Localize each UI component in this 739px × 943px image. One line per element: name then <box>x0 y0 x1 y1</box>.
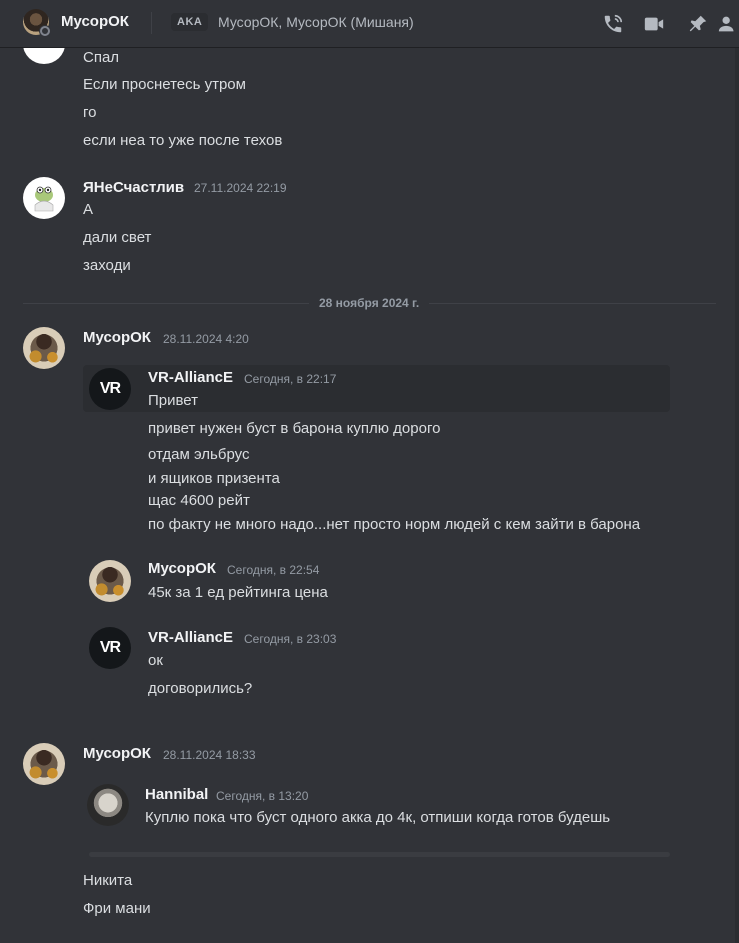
channel-header: МусорОК AKA МусорОК, МусорОК (Мишаня) <box>0 0 739 48</box>
forwarded-line: отдам эльбрус <box>148 446 250 463</box>
pin-icon[interactable] <box>686 12 710 36</box>
message-author[interactable]: МусорОК <box>83 329 151 346</box>
forwarded-author[interactable]: VR-AlliancE <box>148 369 233 386</box>
phone-call-icon[interactable] <box>601 12 625 36</box>
forwarded-line: ок <box>148 652 163 669</box>
message-line: Если проснетесь утром <box>83 76 246 93</box>
add-friend-icon[interactable] <box>716 12 739 36</box>
forwarded-line: привет нужен буст в барона куплю дорого <box>148 420 441 437</box>
message-timestamp: 27.11.2024 22:19 <box>194 181 287 195</box>
message-line: заходи <box>83 257 131 274</box>
message-line: го <box>83 104 97 121</box>
message-line: Спал <box>83 49 120 66</box>
message-timestamp: 28.11.2024 18:33 <box>163 748 256 762</box>
user-avatar[interactable] <box>23 743 65 785</box>
message-line: Никита <box>83 872 133 889</box>
message-timestamp: 28.11.2024 4:20 <box>163 332 249 346</box>
video-camera-icon[interactable] <box>642 12 666 36</box>
forwarded-timestamp: Сегодня, в 13:20 <box>216 789 309 803</box>
date-divider-label: 28 ноября 2024 г. <box>309 296 430 310</box>
user-avatar[interactable] <box>89 560 131 602</box>
forwarded-author[interactable]: VR-AlliancE <box>148 629 233 646</box>
forwarded-line: по факту не много надо...нет просто норм… <box>148 516 641 533</box>
vr-avatar[interactable]: VR <box>89 368 131 410</box>
message-line: если неа то уже после техов <box>83 132 283 149</box>
aka-names: МусорОК, МусорОК (Мишаня) <box>218 14 414 30</box>
vr-avatar-initials: VR <box>99 639 121 656</box>
aka-badge: AKA <box>171 13 209 31</box>
message-line: Фри мани <box>83 900 151 917</box>
forwarded-line: и ящиков призента <box>148 470 280 487</box>
offline-status-icon <box>39 25 51 37</box>
message-line: дали свет <box>83 229 152 246</box>
forwarded-author[interactable]: МусорОК <box>148 560 216 577</box>
header-divider <box>151 12 152 34</box>
forwarded-line: щас 4600 рейт <box>148 492 250 509</box>
forwarded-line: Куплю пока что буст одного акка до 4к, о… <box>145 809 611 826</box>
frog-avatar-icon <box>34 186 54 212</box>
vr-avatar-initials: VR <box>99 380 121 397</box>
forwarded-timestamp: Сегодня, в 22:17 <box>244 372 337 386</box>
forwarded-line: договорились? <box>148 680 253 697</box>
forwarded-line: 45к за 1 ед рейтинга цена <box>148 584 328 601</box>
message-author[interactable]: ЯНеСчастлив <box>83 179 184 196</box>
forward-divider <box>89 852 670 857</box>
user-avatar[interactable] <box>23 327 65 369</box>
user-avatar[interactable] <box>23 177 65 219</box>
scrollbar[interactable] <box>735 48 739 943</box>
message-author[interactable]: МусорОК <box>83 745 151 762</box>
hannibal-avatar[interactable] <box>87 784 129 826</box>
forwarded-author[interactable]: Hannibal <box>145 786 208 803</box>
message-line: А <box>83 201 94 218</box>
forwarded-timestamp: Сегодня, в 22:54 <box>227 563 320 577</box>
forwarded-timestamp: Сегодня, в 23:03 <box>244 632 337 646</box>
header-username[interactable]: МусорОК <box>61 13 129 30</box>
vr-avatar[interactable]: VR <box>89 627 131 669</box>
forwarded-line: Привет <box>148 392 199 409</box>
